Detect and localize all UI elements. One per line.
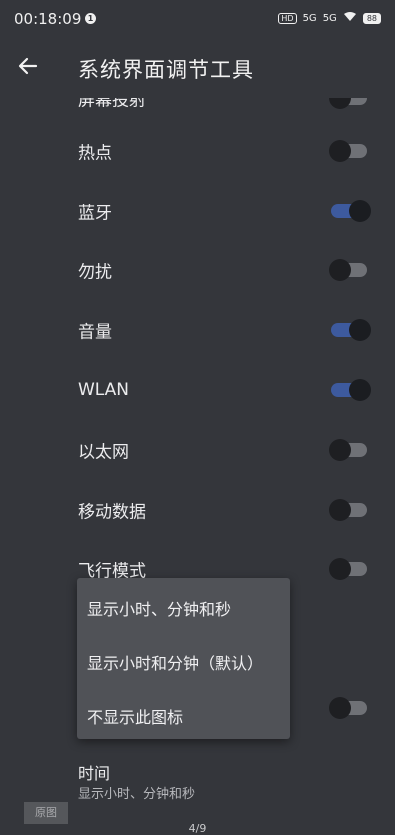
list-item-dnd[interactable]: 勿扰 xyxy=(0,240,395,300)
signal-icon: 5G xyxy=(322,12,337,24)
toggle-switch[interactable] xyxy=(329,697,367,719)
list-item-mobile-data[interactable]: 移动数据 xyxy=(0,480,395,540)
app-bar: 系统界面调节工具 xyxy=(0,36,395,98)
time-subtitle: 显示小时、分钟和秒 xyxy=(78,787,196,802)
list-item-wlan[interactable]: WLAN xyxy=(0,360,395,420)
signal-icon: 5G xyxy=(302,12,317,24)
notification-badge: 1 xyxy=(85,13,96,24)
original-image-button[interactable]: 原图 xyxy=(24,802,68,824)
list-item-hotspot[interactable]: 热点 xyxy=(0,121,395,181)
row-label: 移动数据 xyxy=(78,502,146,523)
battery-icon: 88 xyxy=(362,12,381,24)
row-label: 以太网 xyxy=(78,442,129,463)
toggle-switch[interactable] xyxy=(331,319,371,341)
page-indicator: 4/9 xyxy=(188,822,207,835)
row-label: 热点 xyxy=(78,143,112,164)
toggle-thumb xyxy=(349,379,371,401)
toggle-switch[interactable] xyxy=(329,499,367,521)
time-title: 时间 xyxy=(78,764,111,783)
menu-item-hide-icon[interactable]: 不显示此图标 xyxy=(87,704,183,728)
time-format-menu: 显示小时、分钟和秒 显示小时和分钟（默认） 不显示此图标 xyxy=(77,578,290,739)
toggle-switch[interactable] xyxy=(329,439,367,461)
back-arrow-icon[interactable] xyxy=(16,54,40,78)
row-label: WLAN xyxy=(78,380,130,400)
list-item-volume[interactable]: 音量 xyxy=(0,300,395,360)
status-bar: 00:18:09 1 HD 5G 5G 88 xyxy=(0,0,395,36)
toggle-thumb xyxy=(349,319,371,341)
toggle-thumb xyxy=(329,140,351,162)
list-item-ethernet[interactable]: 以太网 xyxy=(0,420,395,480)
row-label: 勿扰 xyxy=(78,262,112,283)
status-time: 00:18:09 xyxy=(14,10,82,28)
toggle-switch[interactable] xyxy=(331,200,371,222)
toggle-thumb xyxy=(349,200,371,222)
wifi-icon xyxy=(343,11,357,25)
toggle-switch[interactable] xyxy=(331,379,371,401)
row-label: 蓝牙 xyxy=(78,203,112,224)
toggle-switch[interactable] xyxy=(329,140,367,162)
status-icons: HD 5G 5G 88 xyxy=(278,11,381,25)
row-label: 音量 xyxy=(78,322,112,343)
toggle-thumb xyxy=(329,558,351,580)
list-item-bluetooth[interactable]: 蓝牙 xyxy=(0,181,395,241)
toggle-thumb xyxy=(329,259,351,281)
toggle-switch[interactable] xyxy=(329,558,367,580)
menu-item-show-hms[interactable]: 显示小时、分钟和秒 xyxy=(87,596,231,620)
hd-icon: HD xyxy=(278,12,297,24)
menu-item-show-hm-default[interactable]: 显示小时和分钟（默认） xyxy=(87,650,263,674)
toggle-thumb xyxy=(329,697,351,719)
toggle-thumb xyxy=(329,439,351,461)
toggle-switch[interactable] xyxy=(329,259,367,281)
page-title: 系统界面调节工具 xyxy=(78,58,254,82)
toggle-thumb xyxy=(329,499,351,521)
